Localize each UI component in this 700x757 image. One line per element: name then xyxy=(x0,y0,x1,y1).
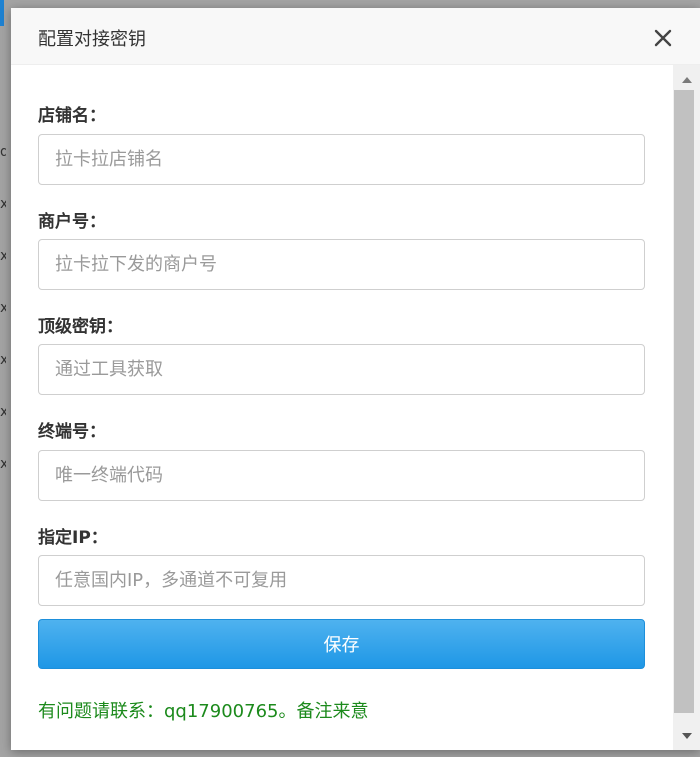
background-fragment: x xyxy=(0,196,6,212)
specified-ip-label: 指定IP： xyxy=(38,528,108,548)
background-fragment: x xyxy=(0,300,6,316)
specified-ip-input[interactable] xyxy=(38,555,645,606)
background-tab xyxy=(0,0,4,26)
background-fragment: d xyxy=(0,144,6,160)
scroll-down-icon[interactable] xyxy=(673,725,700,747)
dialog-header: 配置对接密钥 xyxy=(11,8,700,65)
close-icon[interactable] xyxy=(651,26,675,50)
shop-name-label: 店铺名： xyxy=(38,106,106,126)
shop-name-input[interactable] xyxy=(38,134,645,185)
background-fragment: x xyxy=(0,248,6,264)
top-key-input[interactable] xyxy=(38,344,645,395)
terminal-no-label: 终端号： xyxy=(38,422,106,442)
merchant-no-label: 商户号： xyxy=(38,212,106,232)
save-button[interactable]: 保存 xyxy=(38,619,645,669)
dialog-title: 配置对接密钥 xyxy=(38,29,146,50)
contact-note: 有问题请联系：qq17900765。备注来意 xyxy=(38,701,369,722)
background-fragment: x xyxy=(0,352,6,368)
vertical-scrollbar[interactable] xyxy=(673,65,700,750)
merchant-no-input[interactable] xyxy=(38,239,645,290)
config-key-dialog: 配置对接密钥 店铺名： 商户号： 顶级密钥： 终端号： 指定IP： 保存 有问题… xyxy=(11,8,700,750)
scroll-up-icon[interactable] xyxy=(673,68,700,90)
background-fragment: x xyxy=(0,404,6,420)
scroll-thumb[interactable] xyxy=(674,90,694,713)
terminal-no-input[interactable] xyxy=(38,450,645,501)
top-key-label: 顶级密钥： xyxy=(38,317,123,337)
dialog-body: 店铺名： 商户号： 顶级密钥： 终端号： 指定IP： 保存 有问题请联系：qq1… xyxy=(11,65,673,750)
background-fragment: x xyxy=(0,456,6,472)
